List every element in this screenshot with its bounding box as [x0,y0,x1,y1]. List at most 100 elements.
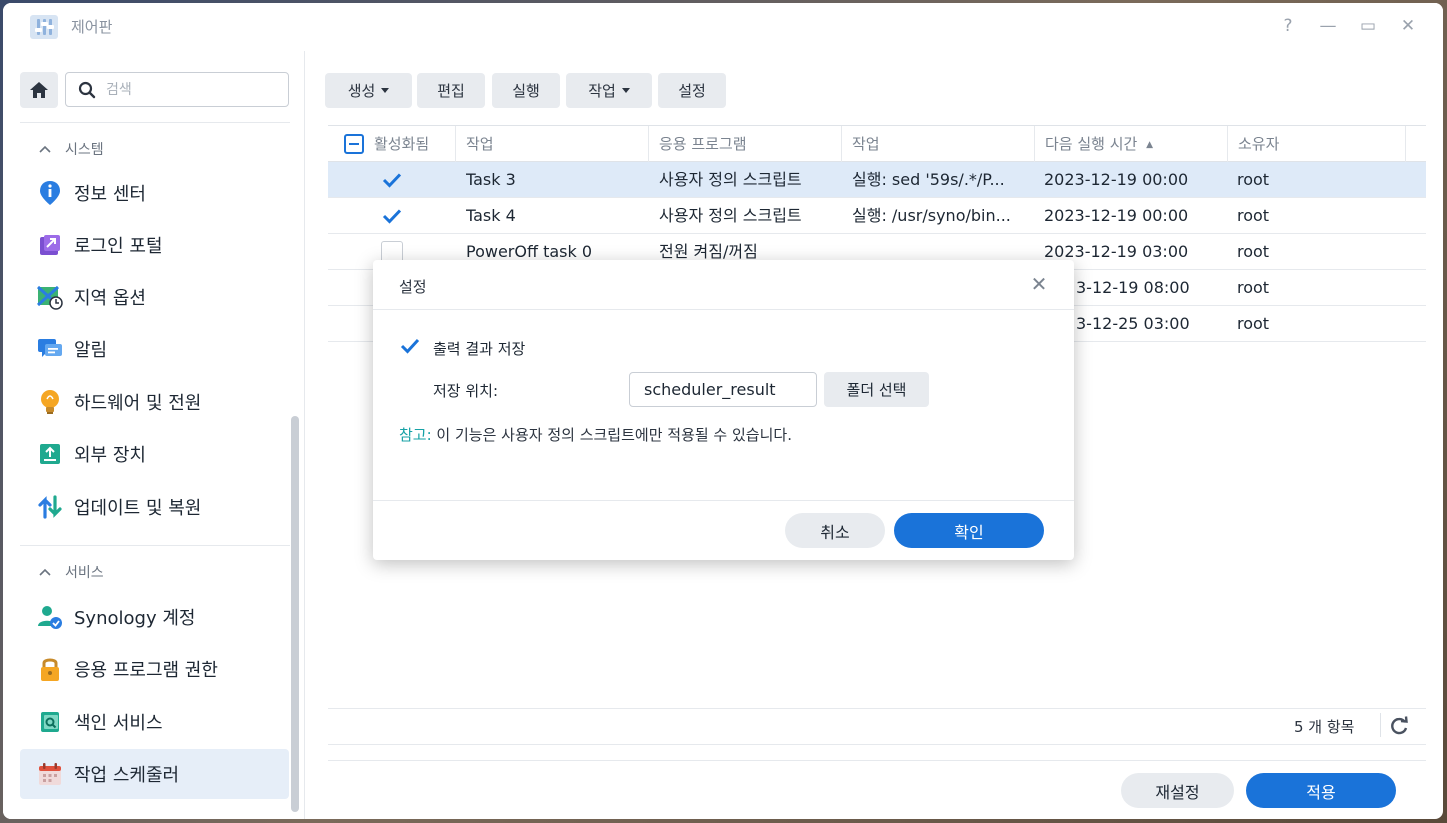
search-input[interactable] [106,79,276,101]
col-next-run-label: 다음 실행 시간 [1045,135,1138,153]
control-panel-app-icon [30,15,58,39]
table-row[interactable]: Task 4 사용자 정의 스크립트 실행: /usr/syno/bin... … [328,198,1426,234]
table-header: 활성화됨 작업 응용 프로그램 작업 다음 실행 시간 ▲ 소유자 [328,125,1426,162]
sidebar-item-update-restore[interactable]: 업데이트 및 복원 [20,482,289,532]
sidebar-scrollbar[interactable] [291,416,299,812]
caret-down-icon [381,88,390,93]
sidebar-divider [20,122,290,123]
cell-action: 실행: sed '59s/.*/P... [852,170,1005,189]
indexing-service-icon [37,709,63,735]
sidebar: 시스템 정보 센터 로그인 포털 지역 옵션 알림 [3,51,305,819]
sidebar-item-label: 로그인 포털 [74,236,163,257]
maximize-button[interactable]: ▭ [1357,15,1379,37]
col-next-run[interactable]: 다음 실행 시간 ▲ [1035,126,1228,162]
minimize-button[interactable]: — [1317,15,1339,37]
save-location-input[interactable] [629,372,817,407]
item-count: 5 개 항목 [1294,718,1355,736]
chevron-up-icon [39,568,51,576]
col-enabled[interactable]: 활성화됨 [328,126,456,162]
cell-next-run: 2023-12-19 00:00 [1044,170,1189,189]
sidebar-item-notification[interactable]: 알림 [20,324,289,374]
sidebar-item-indexing-service[interactable]: 색인 서비스 [20,697,289,747]
home-icon [30,82,48,98]
synology-account-icon [37,604,63,630]
note-text: 이 기능은 사용자 정의 스크립트에만 적용될 수 있습니다. [431,426,792,444]
update-restore-icon [37,494,63,520]
sidebar-item-external-devices[interactable]: 외부 장치 [20,429,289,479]
login-portal-icon [37,232,63,258]
section-services-label: 서비스 [65,565,104,581]
section-system-label: 시스템 [65,142,104,158]
window-title: 제어판 [71,18,113,36]
sidebar-item-login-portal[interactable]: 로그인 포털 [20,220,289,270]
table-row[interactable]: Task 3 사용자 정의 스크립트 실행: sed '59s/.*/P... … [328,162,1426,198]
caret-down-icon [621,88,630,93]
cell-owner: root [1237,314,1270,333]
region-icon [37,284,63,310]
cell-owner: root [1237,278,1270,297]
sidebar-item-regional-options[interactable]: 지역 옵션 [20,272,289,322]
sidebar-item-hardware-power[interactable]: 하드웨어 및 전원 [20,377,289,427]
help-button[interactable]: ? [1277,15,1299,37]
col-owner[interactable]: 소유자 [1228,126,1406,162]
cell-task: Task 3 [466,170,516,189]
sidebar-item-label: 하드웨어 및 전원 [74,393,202,414]
chevron-up-icon [39,145,51,153]
cell-task: Task 4 [466,206,516,225]
sidebar-item-task-scheduler[interactable]: 작업 스케줄러 [20,749,289,799]
sidebar-item-label: 업데이트 및 복원 [74,498,202,519]
check-icon [382,173,402,188]
ok-button[interactable]: 확인 [894,513,1044,548]
section-system[interactable]: 시스템 [39,139,104,159]
notification-icon [37,336,63,362]
action-button-label: 작업 [588,82,616,100]
section-services[interactable]: 서비스 [39,562,104,582]
col-action[interactable]: 작업 [842,126,1035,162]
sidebar-item-app-privileges[interactable]: 응용 프로그램 권한 [20,644,289,694]
dialog-title: 설정 [399,278,427,296]
title-bar: 제어판 ? — ▭ ✕ [3,3,1443,51]
settings-dialog: 설정 ✕ 출력 결과 저장 저장 위치: 폴더 선택 참고: 이 기능은 사용자… [373,260,1074,560]
select-all-checkbox[interactable] [344,134,364,154]
refresh-icon[interactable] [1388,715,1410,737]
save-output-checkbox[interactable] [400,337,420,357]
sidebar-item-label: Synology 계정 [74,608,196,629]
sidebar-item-label: 알림 [74,340,108,361]
col-enabled-label: 활성화됨 [374,135,430,153]
col-application[interactable]: 응용 프로그램 [649,126,842,162]
edit-button[interactable]: 편집 [417,73,485,108]
run-button[interactable]: 실행 [492,73,560,108]
cell-application: 사용자 정의 스크립트 [659,170,802,189]
enabled-checkbox[interactable] [381,205,403,227]
save-output-label[interactable]: 출력 결과 저장 [433,338,525,359]
external-device-icon [37,441,63,467]
sidebar-item-info-center[interactable]: 정보 센터 [20,168,289,218]
settings-button[interactable]: 설정 [658,73,726,108]
home-button[interactable] [20,72,58,108]
sidebar-item-label: 색인 서비스 [74,713,163,734]
apply-button[interactable]: 적용 [1246,773,1396,808]
close-button[interactable]: ✕ [1397,15,1419,37]
create-button[interactable]: 생성 [325,73,412,108]
enabled-checkbox[interactable] [381,169,403,191]
note-prefix: 참고: [399,426,432,444]
sidebar-item-label: 작업 스케줄러 [74,765,180,786]
table-footer-divider [328,708,1426,709]
select-folder-button[interactable]: 폴더 선택 [824,372,929,407]
cancel-button[interactable]: 취소 [785,513,885,548]
reset-button[interactable]: 재설정 [1121,773,1234,808]
close-icon[interactable]: ✕ [1028,273,1050,295]
search-box[interactable] [65,72,289,107]
sidebar-item-synology-account[interactable]: Synology 계정 [20,592,289,642]
task-scheduler-icon [37,761,63,787]
footer-divider [328,760,1426,761]
col-task[interactable]: 작업 [456,126,649,162]
cell-owner: root [1237,242,1270,261]
dialog-header-divider [373,309,1074,310]
info-icon [37,180,63,206]
create-button-label: 생성 [347,82,376,100]
action-button[interactable]: 작업 [566,73,652,108]
sidebar-item-label: 지역 옵션 [74,288,146,309]
cell-owner: root [1237,206,1270,225]
cell-owner: root [1237,170,1270,189]
